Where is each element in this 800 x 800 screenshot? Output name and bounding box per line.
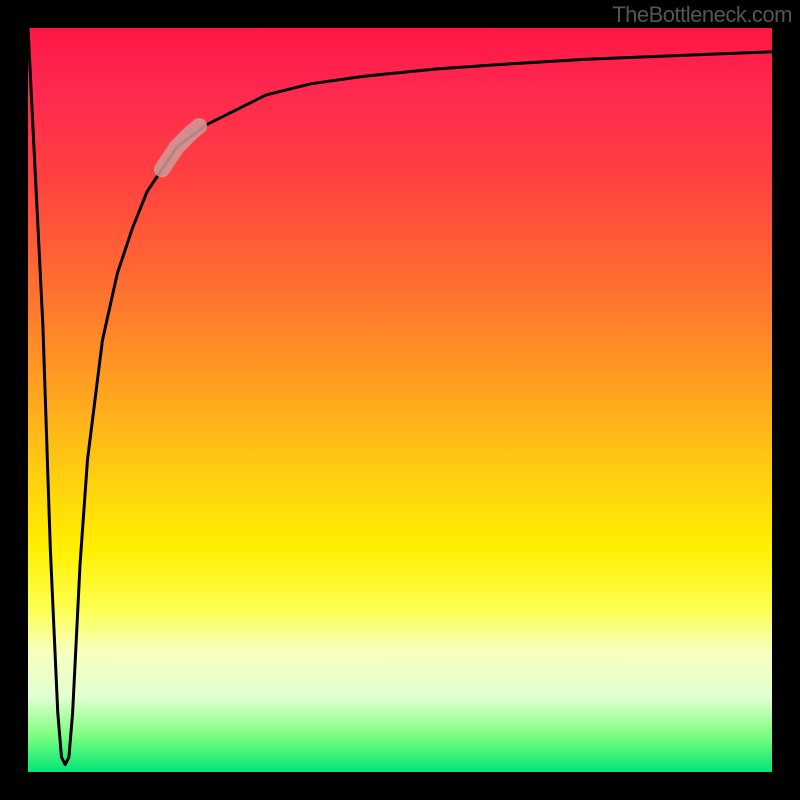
highlight-segment xyxy=(162,126,199,169)
frame-border-right xyxy=(772,0,800,800)
bottleneck-curve xyxy=(28,28,772,765)
watermark-text: TheBottleneck.com xyxy=(612,2,792,28)
curve-layer xyxy=(28,28,772,772)
frame-border-bottom xyxy=(0,772,800,800)
frame-border-left xyxy=(0,0,28,800)
